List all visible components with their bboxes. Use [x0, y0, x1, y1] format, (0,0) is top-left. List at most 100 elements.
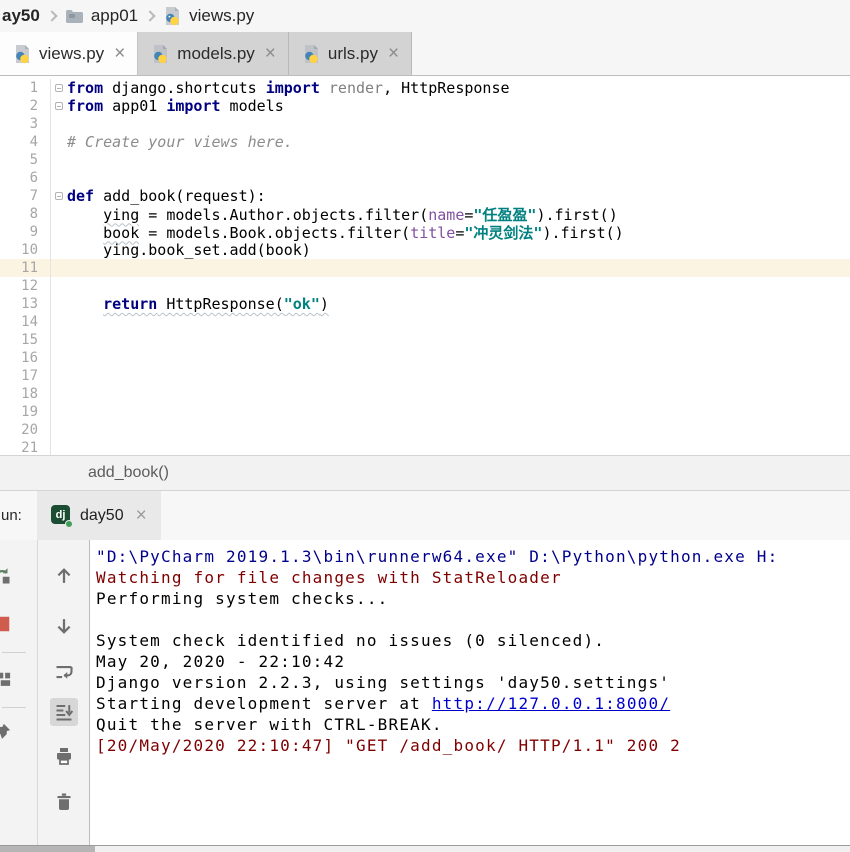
code-text: return HttpResponse("ok") — [67, 295, 850, 313]
running-indicator-icon — [65, 520, 73, 528]
close-icon[interactable]: × — [114, 44, 125, 63]
console-line: "D:\PyCharm 2019.1.3\bin\runnerw64.exe" … — [96, 547, 850, 568]
fold-column — [50, 259, 67, 277]
breadcrumb-file[interactable]: views.py — [189, 6, 254, 26]
tab-urls-py[interactable]: urls.py × — [289, 32, 412, 75]
line-number: 10 — [0, 242, 44, 258]
code-line[interactable]: 3 — [0, 115, 850, 133]
code-text: book = models.Book.objects.filter(title=… — [67, 222, 850, 243]
code-line[interactable]: 7def add_book(request): — [0, 187, 850, 205]
line-number: 8 — [0, 206, 44, 222]
code-line[interactable]: 19 — [0, 403, 850, 421]
fold-column — [50, 295, 67, 313]
rerun-icon[interactable] — [0, 562, 16, 590]
console-line: Quit the server with CTRL-BREAK. — [96, 715, 850, 736]
code-line[interactable]: 11 — [0, 259, 850, 277]
tab-label: models.py — [177, 44, 254, 64]
fold-column — [50, 277, 67, 295]
code-line[interactable]: 21 — [0, 439, 850, 455]
fold-column — [50, 205, 67, 223]
fold-column — [50, 133, 67, 151]
code-line[interactable]: 12 — [0, 277, 850, 295]
code-editor[interactable]: 1from django.shortcuts import render, Ht… — [0, 76, 850, 455]
code-line[interactable]: 13 return HttpResponse("ok") — [0, 295, 850, 313]
code-line[interactable]: 14 — [0, 313, 850, 331]
line-number: 19 — [0, 404, 44, 420]
line-number: 16 — [0, 350, 44, 366]
statusbar-edge-right — [95, 846, 850, 852]
fold-column — [50, 439, 67, 455]
fold-column — [50, 349, 67, 367]
tab-models-py[interactable]: models.py × — [138, 32, 289, 75]
fold-marker-icon[interactable] — [50, 187, 67, 205]
statusbar-edge-left — [0, 846, 95, 852]
line-number: 7 — [0, 188, 44, 204]
python-file-icon — [12, 44, 32, 64]
fold-column — [50, 331, 67, 349]
code-line[interactable]: 15 — [0, 331, 850, 349]
console-line: Starting development server at http://12… — [96, 694, 850, 715]
code-line[interactable]: 10 ying.book_set.add(book) — [0, 241, 850, 259]
fold-column — [50, 385, 67, 403]
fold-column — [50, 241, 67, 259]
chevron-right-icon — [46, 10, 57, 21]
run-label: un: — [0, 491, 37, 540]
restore-layout-icon[interactable] — [0, 665, 16, 693]
run-tab-day50[interactable]: dj day50 × — [37, 491, 161, 540]
console-line: System check identified no issues (0 sil… — [96, 631, 850, 652]
fold-column — [50, 313, 67, 331]
console-toolbar — [38, 540, 90, 845]
fold-marker-icon[interactable] — [50, 97, 67, 115]
code-line[interactable]: 6 — [0, 169, 850, 187]
code-line[interactable]: 16 — [0, 349, 850, 367]
code-line[interactable]: 8 ying = models.Author.objects.filter(na… — [0, 205, 850, 223]
run-tab-label: day50 — [80, 507, 124, 525]
breadcrumb-app01[interactable]: app01 — [91, 6, 138, 26]
tab-views-py[interactable]: views.py × — [0, 32, 138, 75]
close-icon[interactable]: × — [265, 44, 276, 63]
breadcrumb-project[interactable]: ay50 — [2, 6, 40, 26]
code-line[interactable]: 18 — [0, 385, 850, 403]
clear-icon[interactable] — [50, 788, 78, 816]
stop-icon[interactable] — [0, 610, 16, 638]
editor-tabbar: views.py × models.py × urls.py × — [0, 32, 850, 76]
server-url-link[interactable]: http://127.0.0.1:8000/ — [432, 694, 670, 713]
run-toolbar — [0, 540, 38, 845]
print-icon[interactable] — [50, 742, 78, 770]
code-line[interactable]: 1from django.shortcuts import render, Ht… — [0, 79, 850, 97]
fold-marker-icon[interactable] — [50, 79, 67, 97]
scroll-to-end-icon[interactable] — [50, 698, 78, 726]
close-icon[interactable]: × — [136, 505, 147, 527]
toolbar-divider — [2, 707, 26, 708]
console-output[interactable]: "D:\PyCharm 2019.1.3\bin\runnerw64.exe" … — [90, 540, 850, 845]
soft-wrap-icon[interactable] — [50, 658, 78, 686]
close-icon[interactable]: × — [388, 44, 399, 63]
line-number: 13 — [0, 296, 44, 312]
django-icon: dj — [51, 505, 72, 526]
line-number: 6 — [0, 170, 44, 186]
tab-label: views.py — [39, 44, 104, 64]
fold-column — [50, 223, 67, 241]
code-text: ying.book_set.add(book) — [67, 241, 850, 259]
pin-icon[interactable] — [0, 718, 16, 746]
run-toolwindow-header: un: dj day50 × — [0, 491, 850, 540]
console-line — [96, 610, 850, 631]
code-line[interactable]: 9 book = models.Book.objects.filter(titl… — [0, 223, 850, 241]
code-line[interactable]: 2 from app01 import models — [0, 97, 850, 115]
code-text: from app01 import models — [67, 97, 850, 115]
up-icon[interactable] — [50, 562, 78, 590]
python-file-icon — [150, 44, 170, 64]
line-number: 18 — [0, 386, 44, 402]
line-number: 21 — [0, 440, 44, 455]
code-text: from django.shortcuts import render, Htt… — [67, 79, 850, 97]
code-line[interactable]: 5 — [0, 151, 850, 169]
python-file-icon — [301, 44, 321, 64]
fold-column — [50, 403, 67, 421]
down-icon[interactable] — [50, 612, 78, 640]
code-line[interactable]: 17 — [0, 367, 850, 385]
code-line[interactable]: 4# Create your views here. — [0, 133, 850, 151]
fold-column — [50, 115, 67, 133]
function-breadcrumb[interactable]: add_book() — [88, 464, 169, 482]
line-number: 2 — [0, 98, 44, 114]
code-line[interactable]: 20 — [0, 421, 850, 439]
